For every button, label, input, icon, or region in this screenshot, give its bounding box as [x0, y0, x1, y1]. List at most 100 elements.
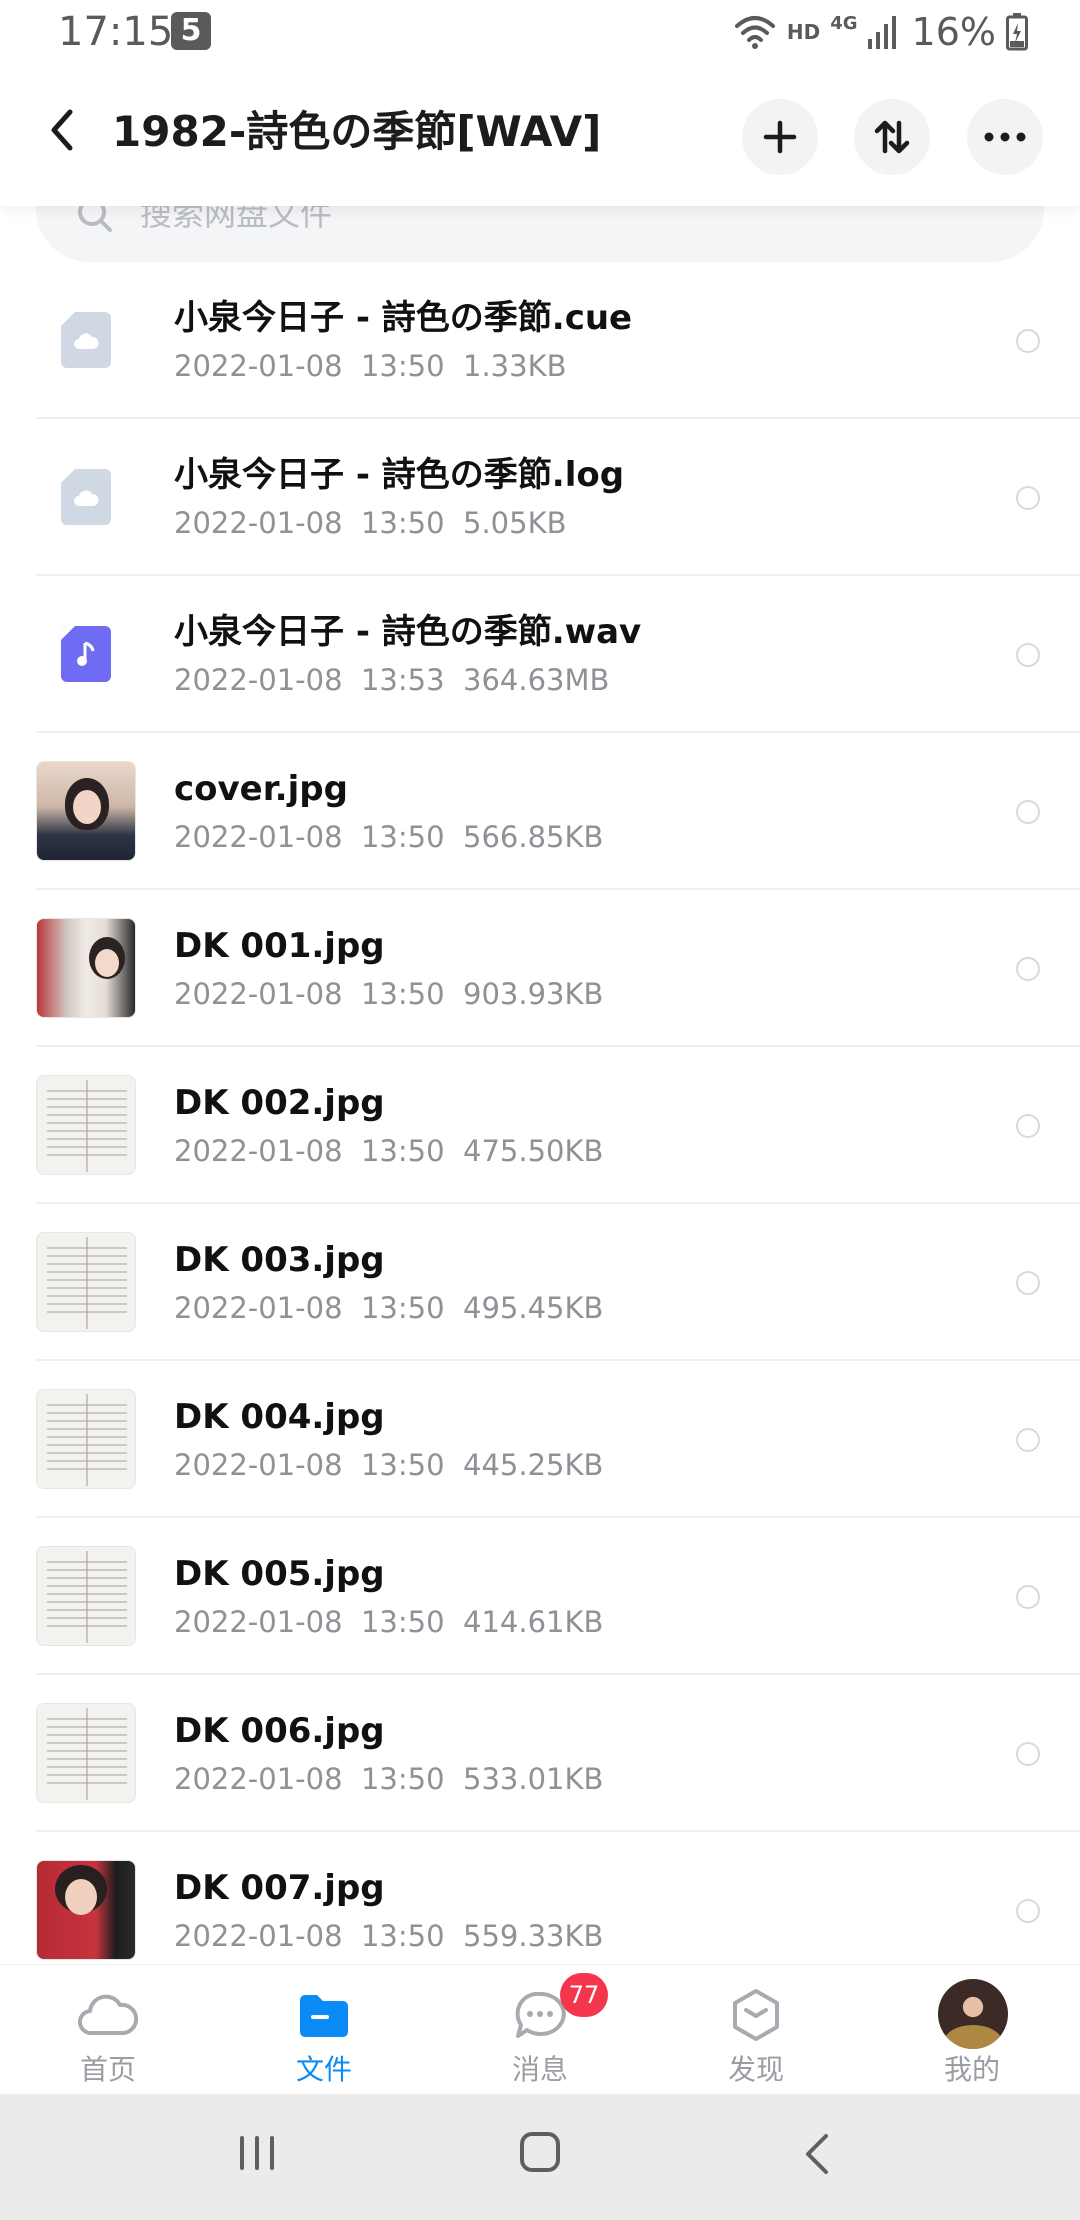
discover-icon [733, 1989, 779, 2041]
file-name: 小泉今日子 - 詩色の季節.wav [174, 612, 642, 652]
nav-me[interactable]: 我的 [902, 1977, 1042, 2087]
file-meta: 2022-01-08 13:50 475.50KB [174, 1134, 604, 1168]
list-item[interactable]: cover.jpg 2022-01-08 13:50 566.85KB [0, 733, 1080, 890]
file-browser-screen: 17:15 5 HD 4G 16% 1982-詩色の季節[WAV] 搜索网盘文件… [0, 0, 1080, 2220]
file-name: DK 004.jpg [174, 1397, 385, 1437]
music-icon [61, 626, 111, 682]
nav-label: 我的 [943, 2053, 1000, 2086]
file-meta: 2022-01-08 13:50 559.33KB [174, 1919, 604, 1953]
image-thumbnail [36, 1075, 136, 1175]
list-item[interactable]: DK 005.jpg 2022-01-08 13:50 414.61KB [0, 1518, 1080, 1675]
system-navigation-bar [0, 2094, 1080, 2220]
nav-label: 文件 [295, 2053, 352, 2086]
image-thumbnail [36, 761, 136, 861]
select-checkbox[interactable] [1016, 800, 1040, 824]
select-checkbox[interactable] [1016, 957, 1040, 981]
image-thumbnail [36, 918, 136, 1018]
file-meta: 2022-01-08 13:50 414.61KB [174, 1605, 604, 1639]
more-horizontal-icon [984, 132, 1026, 142]
list-item[interactable]: DK 006.jpg 2022-01-08 13:50 533.01KB [0, 1675, 1080, 1832]
select-checkbox[interactable] [1016, 329, 1040, 353]
select-checkbox[interactable] [1016, 643, 1040, 667]
list-item[interactable]: DK 003.jpg 2022-01-08 13:50 495.45KB [0, 1204, 1080, 1361]
list-item[interactable]: DK 007.jpg 2022-01-08 13:50 559.33KB [0, 1832, 1080, 1964]
top-app-bar: 1982-詩色の季節[WAV] [0, 64, 1080, 206]
doc-icon [61, 469, 111, 525]
status-indicators: HD 4G 16% [733, 8, 1028, 56]
cloud-icon [74, 333, 99, 349]
add-button[interactable] [742, 99, 818, 175]
file-thumbnail [36, 447, 136, 547]
nav-messages[interactable]: 77 消息 [470, 1973, 610, 2087]
select-checkbox[interactable] [1016, 1271, 1040, 1295]
sort-button[interactable] [854, 99, 930, 175]
file-meta: 2022-01-08 13:53 364.63MB [174, 663, 610, 697]
list-item[interactable]: DK 004.jpg 2022-01-08 13:50 445.25KB [0, 1361, 1080, 1518]
nav-home[interactable]: 首页 [38, 1977, 178, 2087]
list-item[interactable]: 小泉今日子 - 詩色の季節.cue 2022-01-08 13:50 1.33K… [0, 262, 1080, 419]
select-checkbox[interactable] [1016, 1585, 1040, 1609]
file-name: DK 006.jpg [174, 1711, 385, 1751]
nav-label: 首页 [79, 2053, 136, 2086]
image-thumbnail [36, 1232, 136, 1332]
select-checkbox[interactable] [1016, 1899, 1040, 1923]
battery-icon [1006, 13, 1028, 51]
file-meta: 2022-01-08 13:50 445.25KB [174, 1448, 604, 1482]
page-title: 1982-詩色の季節[WAV] [112, 107, 602, 156]
select-checkbox[interactable] [1016, 1114, 1040, 1138]
file-meta: 2022-01-08 13:50 566.85KB [174, 820, 604, 854]
image-thumbnail [36, 1389, 136, 1489]
file-name: DK 005.jpg [174, 1554, 385, 1594]
image-thumbnail [36, 1546, 136, 1646]
file-list: 小泉今日子 - 詩色の季節.cue 2022-01-08 13:50 1.33K… [0, 262, 1080, 1964]
cloud-icon [78, 1994, 138, 2036]
sort-arrows-icon [874, 120, 910, 154]
battery-percent: 16% [911, 10, 996, 54]
image-thumbnail [36, 1703, 136, 1803]
chat-icon [515, 1991, 566, 2038]
file-thumbnail [36, 604, 136, 704]
more-options-button[interactable] [967, 99, 1043, 175]
nav-files[interactable]: 文件 [254, 1977, 394, 2087]
file-name: DK 002.jpg [174, 1083, 385, 1123]
file-name: 小泉今日子 - 詩色の季節.cue [174, 298, 633, 338]
file-thumbnail [36, 290, 136, 390]
file-name: 小泉今日子 - 詩色の季節.log [174, 455, 625, 495]
unread-badge: 77 [560, 1973, 608, 2017]
file-meta: 2022-01-08 13:50 903.93KB [174, 977, 604, 1011]
select-checkbox[interactable] [1016, 486, 1040, 510]
home-icon[interactable] [518, 2130, 562, 2174]
folder-icon [300, 1995, 348, 2037]
list-item[interactable]: DK 002.jpg 2022-01-08 13:50 475.50KB [0, 1047, 1080, 1204]
recent-apps-icon[interactable] [236, 2132, 278, 2172]
file-name: DK 003.jpg [174, 1240, 385, 1280]
list-item[interactable]: 小泉今日子 - 詩色の季節.wav 2022-01-08 13:53 364.6… [0, 576, 1080, 733]
music-note-icon [77, 641, 95, 666]
file-name: DK 001.jpg [174, 926, 385, 966]
file-meta: 2022-01-08 13:50 533.01KB [174, 1762, 604, 1796]
list-item[interactable]: 小泉今日子 - 詩色の季節.log 2022-01-08 13:50 5.05K… [0, 419, 1080, 576]
status-time: 17:15 [58, 9, 174, 55]
back-icon[interactable] [802, 2132, 832, 2176]
file-meta: 2022-01-08 13:50 495.45KB [174, 1291, 604, 1325]
file-name: cover.jpg [174, 769, 348, 809]
network-type: 4G [830, 12, 858, 34]
nav-label: 消息 [511, 2053, 568, 2086]
nav-label: 发现 [727, 2053, 784, 2086]
nav-discover[interactable]: 发现 [686, 1977, 826, 2087]
status-bar: 17:15 5 HD 4G 16% [0, 0, 1080, 64]
notification-badge-icon: 5 [171, 12, 211, 50]
file-name: DK 007.jpg [174, 1868, 385, 1908]
hd-indicator: HD [786, 20, 821, 44]
chevron-left-icon [51, 109, 73, 151]
image-thumbnail [36, 1860, 136, 1960]
back-button[interactable] [36, 104, 88, 156]
doc-icon [61, 312, 111, 368]
cloud-icon [74, 490, 99, 506]
select-checkbox[interactable] [1016, 1742, 1040, 1766]
file-meta: 2022-01-08 13:50 5.05KB [174, 506, 567, 540]
plus-icon [763, 120, 797, 154]
avatar [938, 1979, 1008, 2049]
list-item[interactable]: DK 001.jpg 2022-01-08 13:50 903.93KB [0, 890, 1080, 1047]
select-checkbox[interactable] [1016, 1428, 1040, 1452]
